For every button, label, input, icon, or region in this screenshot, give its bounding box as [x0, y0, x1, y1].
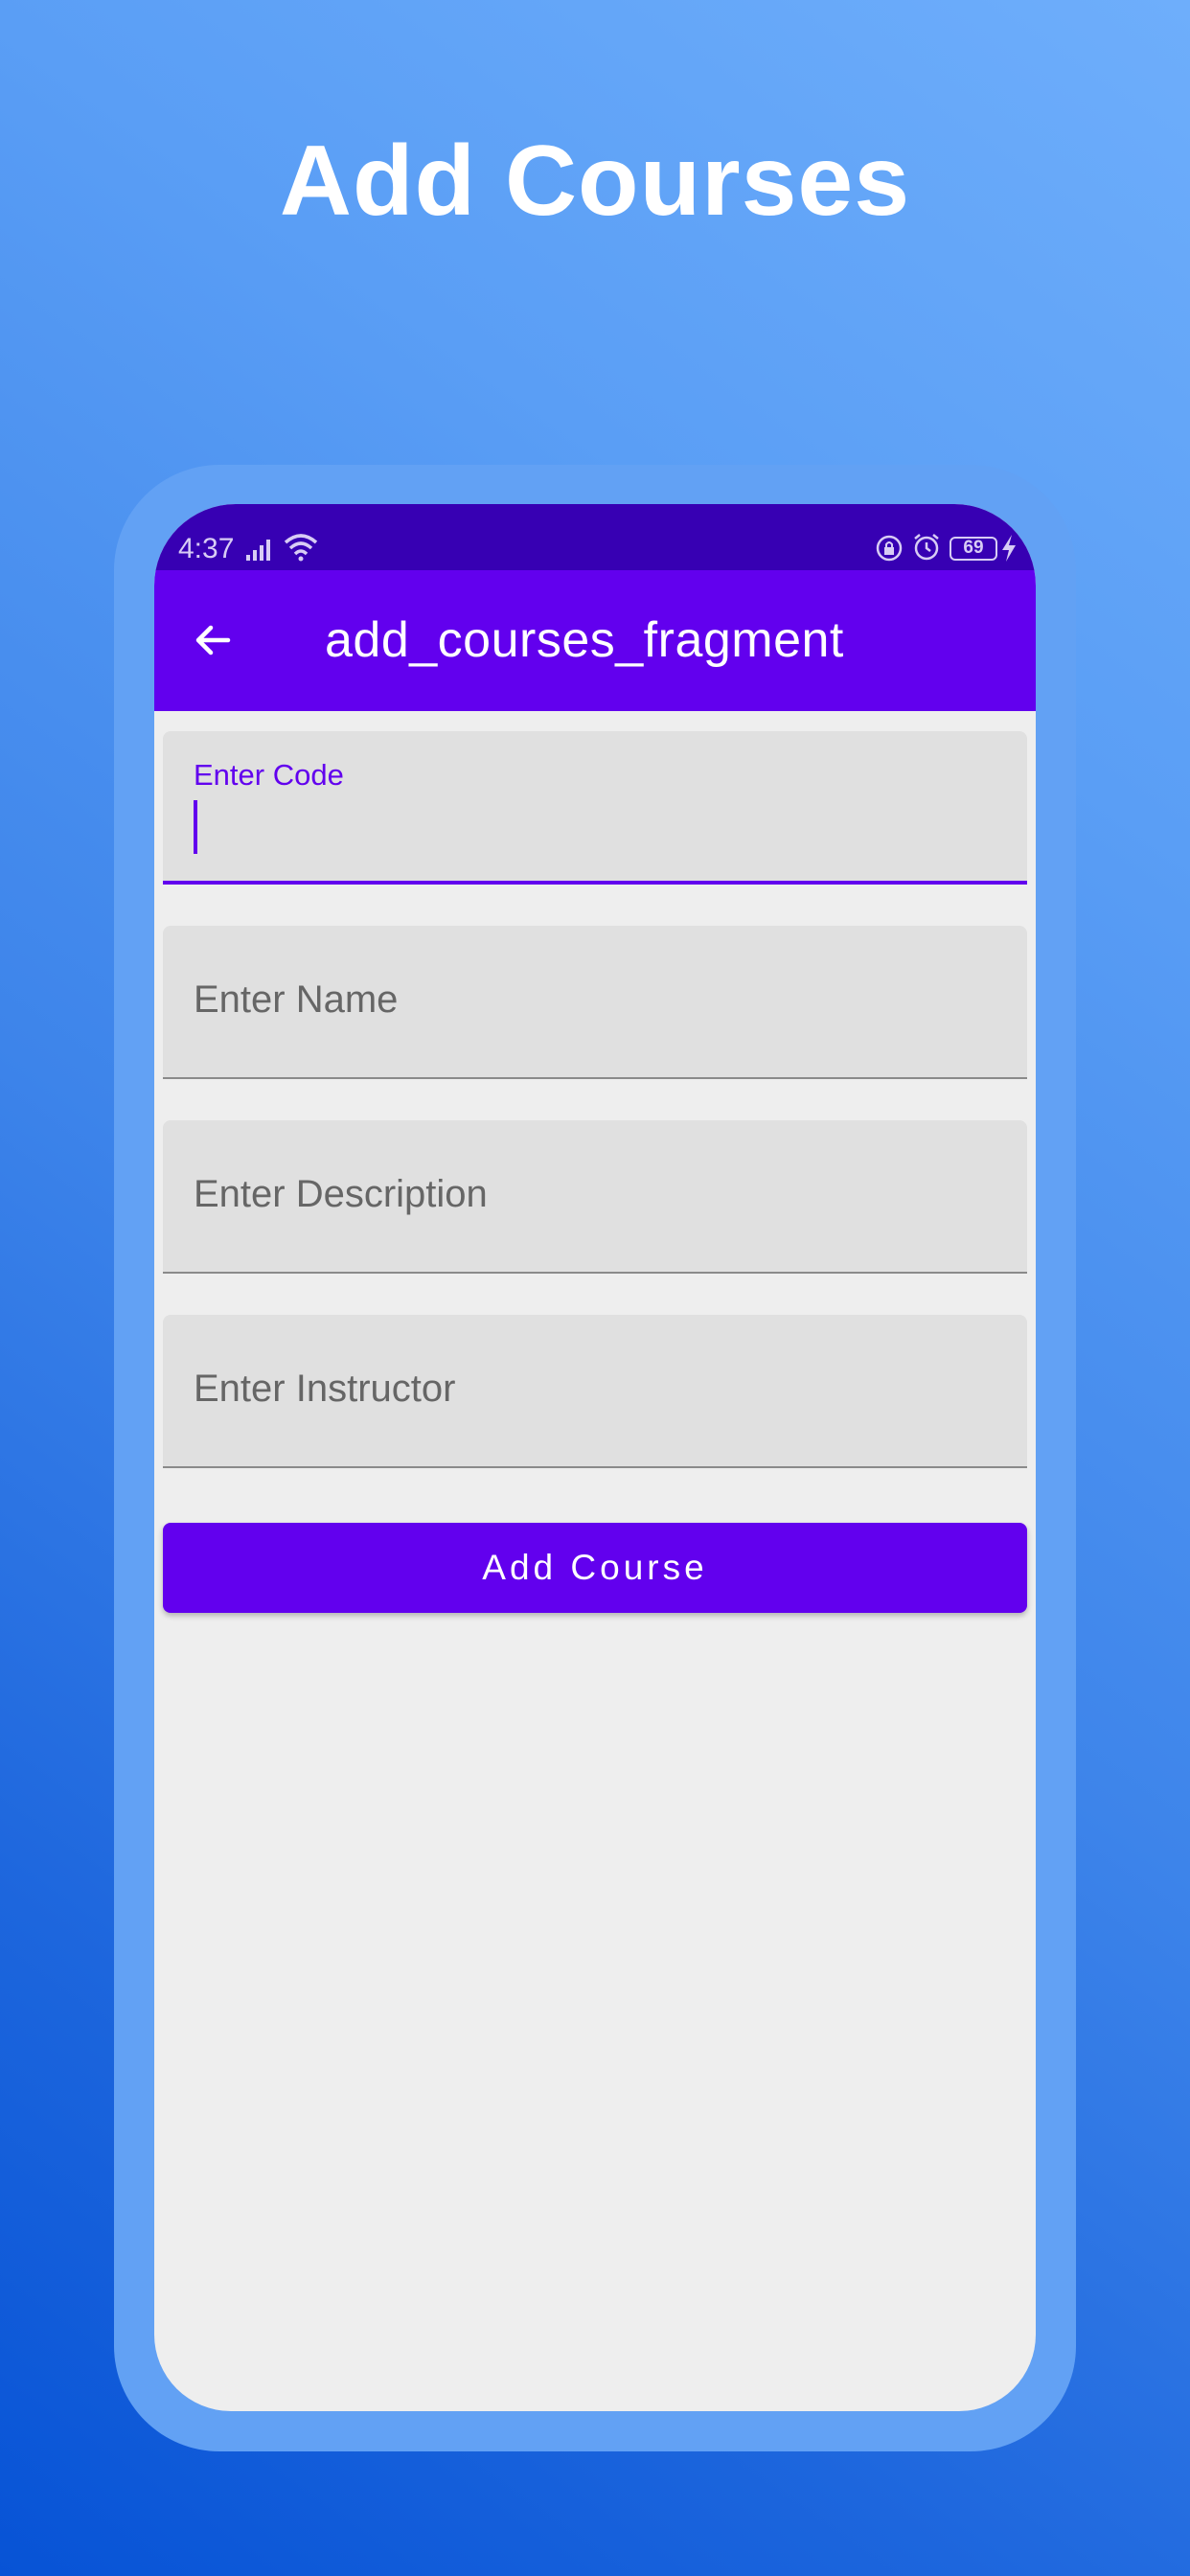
- instructor-field-placeholder: Enter Instructor: [194, 1368, 456, 1410]
- arrow-back-icon: [195, 625, 231, 656]
- add-course-button[interactable]: Add Course: [163, 1523, 1027, 1613]
- wifi-icon: [284, 534, 318, 562]
- alarm-icon: [914, 534, 939, 561]
- name-field[interactable]: Enter Name: [163, 926, 1027, 1079]
- lock-icon: [876, 535, 903, 562]
- instructor-field[interactable]: Enter Instructor: [163, 1315, 1027, 1468]
- status-bar: 4:37 69: [154, 504, 1036, 570]
- back-button[interactable]: [185, 612, 240, 668]
- name-field-placeholder: Enter Name: [194, 978, 399, 1021]
- description-field[interactable]: Enter Description: [163, 1120, 1027, 1274]
- status-time: 4:37: [178, 533, 235, 564]
- code-field[interactable]: Enter Code: [163, 731, 1027, 885]
- app-bar-title: add_courses_fragment: [325, 612, 844, 668]
- code-field-label: Enter Code: [194, 758, 344, 792]
- signal-icon: [246, 540, 270, 561]
- promo-headline: Add Courses: [279, 126, 911, 237]
- description-field-placeholder: Enter Description: [194, 1173, 488, 1215]
- charging-bolt-icon: [1002, 535, 1016, 562]
- battery-icon: 69: [950, 537, 997, 561]
- app-bar: add_courses_fragment: [154, 570, 1036, 711]
- text-cursor: [194, 800, 197, 854]
- phone-screen: 4:37 69 add_courses_fragment Enter Code …: [154, 504, 1036, 2411]
